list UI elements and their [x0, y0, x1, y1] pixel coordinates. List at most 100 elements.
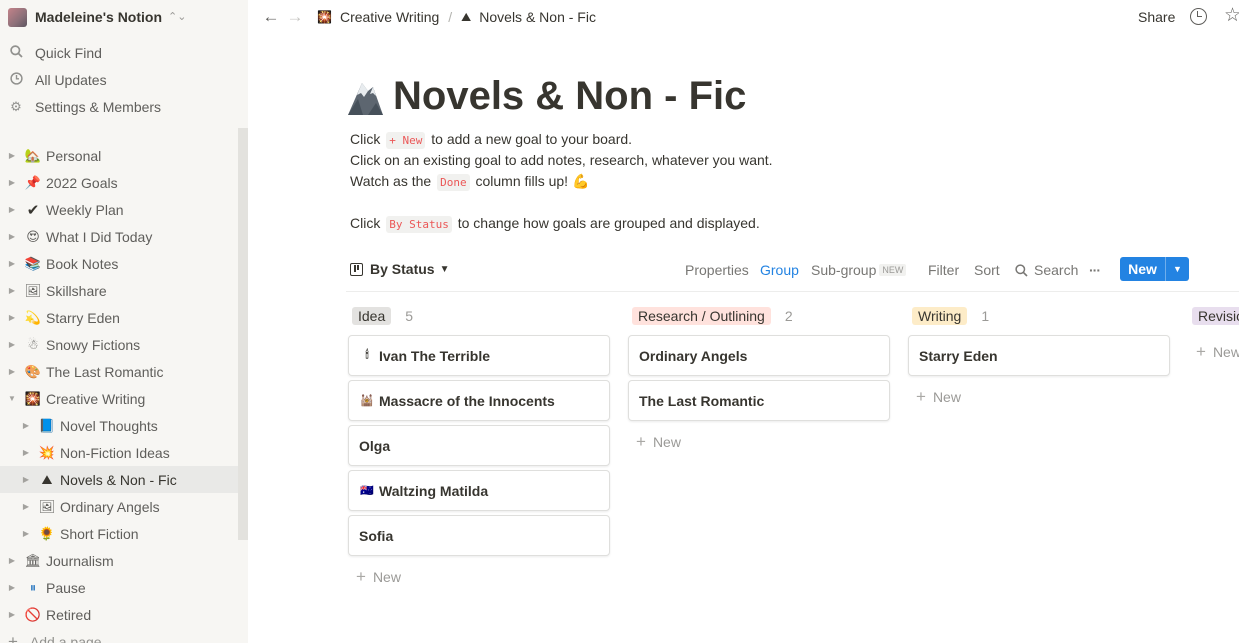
- board-view-icon: [350, 262, 363, 276]
- board-card[interactable]: 🕯 Ivan The Terrible: [348, 335, 610, 376]
- sidebar-item-2022-goals[interactable]: ▶ 📌 2022 Goals: [0, 169, 238, 196]
- new-button-label: New: [1128, 261, 1157, 277]
- sidebar-item-short-fiction[interactable]: ▶ 🌻 Short Fiction: [0, 520, 238, 547]
- expand-toggle-icon[interactable]: ▶: [20, 502, 32, 511]
- sidebar-scrollbar[interactable]: [238, 128, 248, 540]
- all-updates-label: All Updates: [35, 71, 107, 88]
- chevron-down-icon[interactable]: ▼: [1165, 257, 1189, 281]
- sidebar-item-creative-writing[interactable]: ▼ 🎇 Creative Writing: [0, 385, 238, 412]
- board-column-header[interactable]: Writing 1: [912, 307, 989, 325]
- board-column-header[interactable]: Idea 5: [352, 307, 413, 325]
- sort-button[interactable]: Sort: [974, 262, 1000, 278]
- mountain-icon[interactable]: [346, 77, 384, 117]
- sidebar-item-novel-thoughts[interactable]: ▶ 📘 Novel Thoughts: [0, 412, 238, 439]
- board-card[interactable]: Ordinary Angels: [628, 335, 890, 376]
- workspace-switcher[interactable]: Madeleine's Notion ⌃⌄: [0, 0, 248, 34]
- sidebar-item-personal[interactable]: ▶ 🏡 Personal: [0, 142, 238, 169]
- forward-arrow-icon[interactable]: →: [283, 7, 307, 27]
- expand-toggle-icon[interactable]: ▶: [6, 610, 18, 619]
- expand-toggle-icon[interactable]: ▶: [6, 340, 18, 349]
- board-column-header[interactable]: Research / Outlining 2: [632, 307, 793, 325]
- all-updates-button[interactable]: All Updates: [0, 66, 248, 93]
- plus-icon: +: [356, 567, 366, 586]
- board-column-header[interactable]: Revisio: [1192, 307, 1239, 325]
- expand-toggle-icon[interactable]: ▶: [6, 178, 18, 187]
- expand-toggle-icon[interactable]: ▶: [6, 286, 18, 295]
- favorite-star-icon[interactable]: ☆: [1224, 4, 1239, 27]
- clock-icon: [9, 71, 23, 88]
- view-selector[interactable]: By Status ▼: [350, 261, 449, 277]
- sidebar-item-label: Ordinary Angels: [60, 498, 160, 515]
- expand-toggle-icon[interactable]: ▶: [6, 259, 18, 268]
- board-card[interactable]: Olga: [348, 425, 610, 466]
- quick-find-button[interactable]: Quick Find: [0, 39, 248, 66]
- board-card[interactable]: Sofia: [348, 515, 610, 556]
- board-card[interactable]: 🇦🇺 Waltzing Matilda: [348, 470, 610, 511]
- expand-toggle-icon[interactable]: ▶: [6, 232, 18, 241]
- sidebar-item-ordinary-angels[interactable]: ▶ 🖼 Ordinary Angels: [0, 493, 238, 520]
- page-title-text: Novels & Non - Fic: [393, 74, 747, 118]
- board-card[interactable]: 🕍 Massacre of the Innocents: [348, 380, 610, 421]
- board-card[interactable]: Starry Eden: [908, 335, 1170, 376]
- sidebar-item-skillshare[interactable]: ▶ 🖼 Skillshare: [0, 277, 238, 304]
- search-label: Search: [1034, 262, 1079, 278]
- settings-members-button[interactable]: ⚙ Settings & Members: [0, 93, 248, 120]
- sidebar-item-label: Book Notes: [46, 255, 119, 272]
- expand-toggle-icon[interactable]: ▶: [6, 367, 18, 376]
- expand-toggle-icon[interactable]: ▶: [20, 421, 32, 430]
- collapse-toggle-icon[interactable]: ▼: [6, 394, 18, 403]
- search-button[interactable]: Search: [1015, 262, 1078, 278]
- expand-toggle-icon[interactable]: ▶: [6, 556, 18, 565]
- description-line-4: Click By Status to change how goals are …: [350, 215, 760, 233]
- sidebar-item-starry-eden[interactable]: ▶ 💫 Starry Eden: [0, 304, 238, 331]
- sparkler-icon: 🎇: [317, 10, 332, 24]
- temple-icon: 🕍: [360, 395, 374, 407]
- expand-toggle-icon[interactable]: ▶: [20, 475, 32, 484]
- sidebar-item-snowy-fictions[interactable]: ▶ ☃ Snowy Fictions: [0, 331, 238, 358]
- sidebar-item-pause[interactable]: ▶ ⏸ Pause: [0, 574, 238, 601]
- updates-clock-icon[interactable]: [1190, 8, 1207, 25]
- expand-toggle-icon[interactable]: ▶: [6, 151, 18, 160]
- group-button[interactable]: Group: [760, 262, 799, 278]
- sidebar-item-weekly-plan[interactable]: ▶ ✔ Weekly Plan: [0, 196, 238, 223]
- expand-toggle-icon[interactable]: ▶: [20, 448, 32, 457]
- expand-toggle-icon[interactable]: ▶: [6, 583, 18, 592]
- sidebar-item-journalism[interactable]: ▶ 🏛 Journalism: [0, 547, 238, 574]
- chevron-up-down-icon: ⌃⌄: [168, 10, 187, 23]
- card-title: Ivan The Terrible: [379, 347, 490, 364]
- subgroup-button[interactable]: Sub-group NEW: [811, 262, 907, 278]
- sidebar-item-book-notes[interactable]: ▶ 📚 Book Notes: [0, 250, 238, 277]
- sidebar-item-the-last-romantic[interactable]: ▶ 🎨 The Last Romantic: [0, 358, 238, 385]
- sidebar-item-what-i-did-today[interactable]: ▶ 😍 What I Did Today: [0, 223, 238, 250]
- expand-toggle-icon[interactable]: ▶: [6, 205, 18, 214]
- breadcrumb-creative-writing[interactable]: 🎇 Creative Writing: [317, 9, 439, 25]
- properties-button[interactable]: Properties: [685, 262, 749, 278]
- new-button[interactable]: New ▼: [1120, 257, 1189, 281]
- sidebar-item-retired[interactable]: ▶ 🚫 Retired: [0, 601, 238, 628]
- sidebar-item-label: Journalism: [46, 552, 114, 569]
- board-card[interactable]: The Last Romantic: [628, 380, 890, 421]
- inline-code: Done: [437, 174, 470, 191]
- add-card-button[interactable]: + New: [1196, 342, 1239, 362]
- add-card-button[interactable]: + New: [916, 387, 961, 407]
- back-arrow-icon[interactable]: ←: [259, 7, 283, 27]
- expand-toggle-icon[interactable]: ▶: [20, 529, 32, 538]
- card-title: The Last Romantic: [639, 392, 765, 409]
- breadcrumb-novels-non-fic[interactable]: ⛰ Novels & Non - Fic: [461, 9, 596, 25]
- sidebar-item-label: Skillshare: [46, 282, 107, 299]
- sidebar-item-non-fiction-ideas[interactable]: ▶ 💥 Non-Fiction Ideas: [0, 439, 238, 466]
- divider: [346, 291, 1239, 292]
- share-button[interactable]: Share: [1138, 9, 1175, 25]
- filter-button[interactable]: Filter: [928, 262, 959, 278]
- expand-toggle-icon[interactable]: ▶: [6, 313, 18, 322]
- workspace-avatar: [8, 7, 27, 27]
- column-count: 5: [405, 308, 414, 324]
- sidebar-item-novels-non-fic[interactable]: ▶ ⛰ Novels & Non - Fic: [0, 466, 238, 493]
- pin-icon: 📌: [24, 174, 42, 190]
- more-options-icon[interactable]: ···: [1089, 262, 1101, 278]
- card-title: Sofia: [359, 527, 394, 544]
- add-card-button[interactable]: + New: [356, 567, 401, 587]
- status-tag: Revisio: [1192, 307, 1239, 325]
- add-card-button[interactable]: + New: [636, 432, 681, 452]
- add-page-button[interactable]: + Add a page: [0, 628, 238, 643]
